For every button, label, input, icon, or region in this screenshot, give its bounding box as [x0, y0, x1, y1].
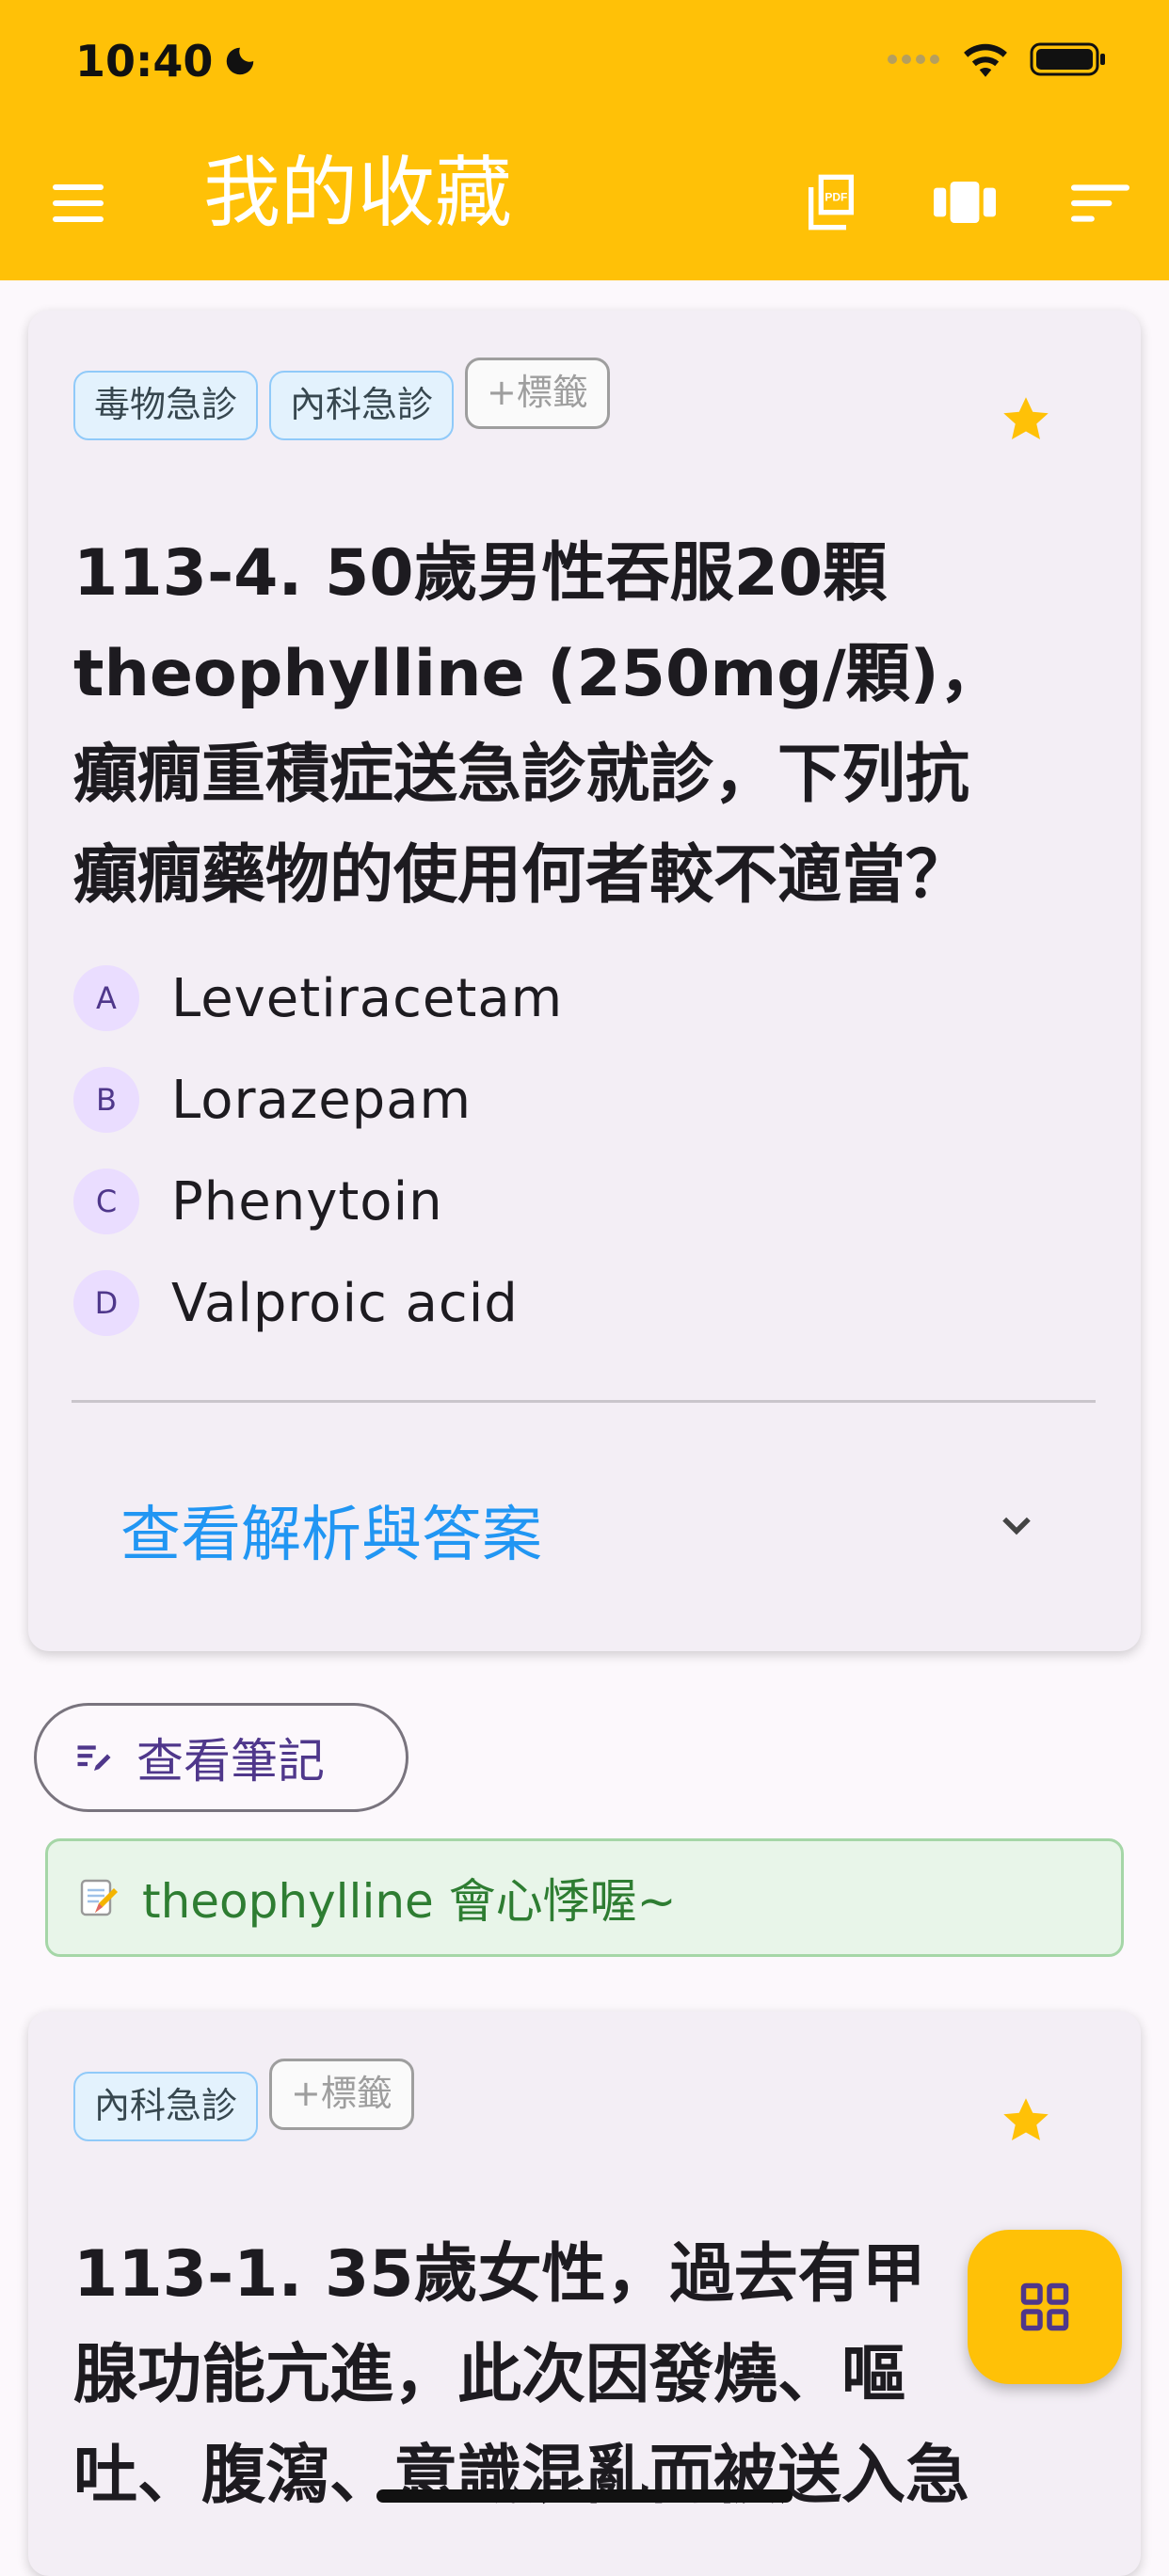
view-carousel-icon — [934, 182, 996, 223]
battery-icon — [1030, 42, 1105, 76]
status-time: 10:40 — [75, 36, 258, 87]
question-line: 113-1. 35歲女性，過去有甲 — [73, 2237, 926, 2312]
option-letter: A — [73, 965, 139, 1031]
favorite-star-icon[interactable] — [998, 2092, 1054, 2149]
question-line: 腺功能亢進，此次因發燒、嘔 — [73, 2338, 906, 2412]
question-text: 113-4. 50歲男性吞服20顆 theophylline (250mg/顆)… — [73, 523, 1109, 926]
question-line: theophylline (250mg/顆)， — [73, 637, 1003, 711]
add-tag-button[interactable]: +標籤 — [269, 2059, 414, 2130]
option-a[interactable]: A Levetiracetam — [73, 965, 563, 1031]
export-pdf-button[interactable]: PDF — [798, 169, 864, 235]
sort-icon — [1071, 184, 1129, 222]
option-b[interactable]: B Lorazepam — [73, 1067, 472, 1133]
svg-text:PDF: PDF — [825, 191, 847, 204]
pdf-icon: PDF — [809, 174, 854, 231]
status-indicators — [887, 41, 1107, 77]
option-text: Phenytoin — [171, 1170, 443, 1232]
option-letter: C — [73, 1169, 139, 1234]
sort-button[interactable] — [1067, 169, 1133, 235]
tag-chip[interactable]: 內科急診 — [269, 371, 455, 440]
wifi-icon — [964, 43, 1007, 77]
home-indicator — [376, 2489, 793, 2503]
chevron-down-icon[interactable] — [996, 1505, 1037, 1547]
add-tag-button[interactable]: +標籤 — [465, 358, 610, 429]
option-letter: B — [73, 1067, 139, 1133]
option-c[interactable]: C Phenytoin — [73, 1169, 443, 1234]
grid-icon — [1020, 2282, 1069, 2331]
option-letter: D — [73, 1270, 139, 1336]
option-d[interactable]: D Valproic acid — [73, 1270, 519, 1336]
question-line: 癲癇藥物的使用何者較不適當？ — [73, 838, 970, 913]
option-text: Levetiracetam — [171, 967, 564, 1029]
note-text: theophylline 會心悸喔~ — [142, 1874, 677, 1929]
menu-icon[interactable] — [53, 184, 104, 222]
moon-icon — [227, 47, 254, 75]
page-title: 我的收藏 — [203, 149, 513, 238]
memo-icon — [80, 1879, 118, 1916]
question-line: 癲癇重積症送急診就診，下列抗 — [73, 738, 970, 812]
edit-note-icon — [77, 1745, 111, 1771]
option-text: Valproic acid — [171, 1272, 519, 1334]
question-card: 毒物急診 內科急診 +標籤 113-4. 50歲男性吞服20顆 theophyl… — [28, 310, 1141, 1651]
divider — [72, 1400, 1096, 1403]
status-time-text: 10:40 — [75, 36, 214, 87]
tag-list: 毒物急診 內科急診 +標籤 — [73, 358, 610, 440]
reveal-answer-button[interactable]: 查看解析與答案 — [120, 1487, 542, 1573]
option-text: Lorazepam — [171, 1069, 472, 1131]
tag-chip[interactable]: 內科急診 — [73, 2072, 259, 2141]
note-preview: theophylline 會心悸喔~ — [45, 1838, 1124, 1957]
question-text: 113-1. 35歲女性，過去有甲 腺功能亢進，此次因發燒、嘔 吐、腹瀉、意識混… — [73, 2224, 1109, 2526]
tag-chip[interactable]: 毒物急診 — [73, 371, 259, 440]
question-line: 113-4. 50歲男性吞服20顆 — [73, 536, 888, 611]
signal-icon — [888, 55, 939, 64]
grid-fab-button[interactable] — [968, 2230, 1122, 2384]
tag-list: 內科急診 +標籤 — [73, 2059, 414, 2141]
view-notes-label: 查看筆記 — [136, 1734, 325, 1789]
app-bar: 10:40 我的收藏 PDF — [0, 0, 1169, 280]
favorite-star-icon[interactable] — [998, 391, 1054, 448]
view-notes-button[interactable]: 查看筆記 — [34, 1703, 408, 1812]
question-line: 吐、腹瀉、意識混亂而被送入急 — [73, 2439, 970, 2513]
card-view-button[interactable] — [932, 169, 998, 235]
